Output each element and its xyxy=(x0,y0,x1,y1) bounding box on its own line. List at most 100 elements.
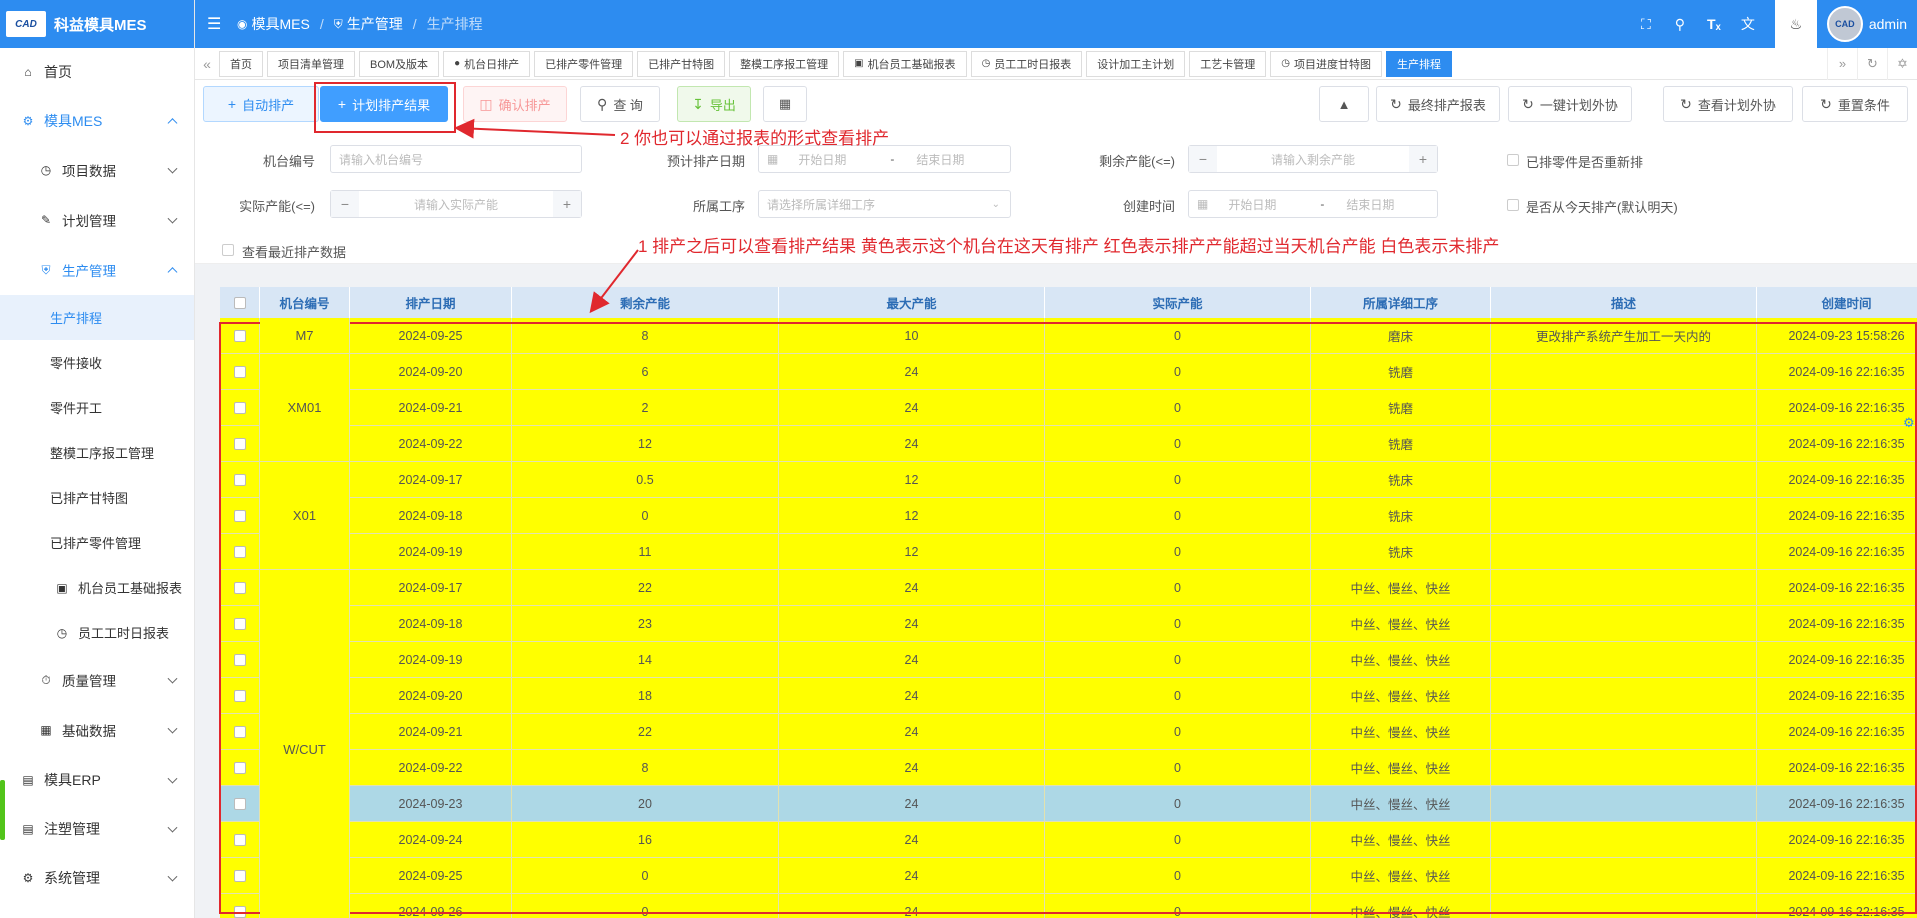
recent-checkbox[interactable] xyxy=(222,244,234,256)
sidebar-item-label: 注塑管理 xyxy=(44,820,100,837)
tab-scheduled-parts[interactable]: 已排产零件管理 xyxy=(534,50,634,77)
tab-machine-daily[interactable]: ● 机台日排产 xyxy=(443,50,531,77)
col-process[interactable]: 所属详细工序 xyxy=(1311,287,1491,318)
tab-project-list[interactable]: 项目清单管理 xyxy=(267,50,355,77)
machine-no-input[interactable]: 请输入机台编号 xyxy=(330,145,582,173)
process-placeholder: 请选择所属详细工序 xyxy=(767,197,876,212)
created-date-range[interactable]: ▦ 开始日期 - 结束日期 xyxy=(1188,190,1438,218)
one-click-outsource-button[interactable]: ↻ 一键计划外协 xyxy=(1508,86,1632,122)
menu-toggle-icon[interactable]: ☰ xyxy=(207,14,221,34)
confirm-schedule-button[interactable]: ◫ 确认排产 xyxy=(463,86,567,122)
sidebar-item-system[interactable]: ⚙ 系统管理 xyxy=(0,853,194,902)
sidebar-item-injection[interactable]: ▤ 注塑管理 xyxy=(0,804,194,853)
col-date[interactable]: 排产日期 xyxy=(350,287,512,318)
sidebar-item-home[interactable]: ⌂ 首页 xyxy=(0,48,194,96)
fullscreen-icon[interactable]: ⛶ xyxy=(1629,16,1663,33)
sidebar-item-erp[interactable]: ▤ 模具ERP xyxy=(0,755,194,804)
tab-home[interactable]: 首页 xyxy=(219,50,263,77)
sidebar-item-gantt[interactable]: 已排产甘特图 xyxy=(0,475,194,520)
tabs-menu-icon[interactable]: ✡ xyxy=(1887,48,1917,80)
tab-project-gantt[interactable]: ◷ 项目进度甘特图 xyxy=(1270,50,1383,77)
col-max[interactable]: 最大产能 xyxy=(779,287,1045,318)
breadcrumb-item[interactable]: 模具MES xyxy=(251,14,309,34)
col-actual[interactable]: 实际产能 xyxy=(1045,287,1311,318)
select-all-checkbox[interactable] xyxy=(233,296,246,309)
rescheduled-label: 已排零件是否重新排 xyxy=(1526,155,1644,170)
tab-process-card[interactable]: 工艺卡管理 xyxy=(1189,50,1267,77)
created-label: 创建时间 xyxy=(1122,199,1175,214)
tabs-scroll-left-icon[interactable]: « xyxy=(195,56,219,72)
tab-label: 员工工时日报表 xyxy=(994,58,1072,71)
view-outsource-button[interactable]: ↻ 查看计划外协 xyxy=(1663,86,1793,122)
actual-stepper[interactable]: − 请输入实际产能 + xyxy=(330,190,582,218)
sidebar-item-quality[interactable]: ⏱ 质量管理 xyxy=(0,655,194,705)
tab-gantt[interactable]: 已排产甘特图 xyxy=(637,50,726,77)
sidebar-item-mes[interactable]: ⚙ 模具MES xyxy=(0,96,194,145)
plan-date-range[interactable]: ▦ 开始日期 - 结束日期 xyxy=(758,145,1011,173)
button-label: 查 询 xyxy=(613,97,643,113)
font-size-icon[interactable]: Tₓ xyxy=(1697,16,1731,32)
annotation-box-table xyxy=(219,322,1917,914)
tab-worktime-report[interactable]: ◷ 员工工时日报表 xyxy=(970,50,1083,77)
sidebar-scroll-indicator[interactable] xyxy=(0,780,5,840)
col-desc[interactable]: 描述 xyxy=(1491,287,1757,318)
bell-icon[interactable]: ♨ xyxy=(1774,0,1817,48)
refresh-icon: ↻ xyxy=(1390,95,1402,112)
chevron-down-icon xyxy=(167,723,178,734)
col-machine[interactable]: 机台编号 xyxy=(260,287,350,318)
logo-mark: CAD xyxy=(6,11,46,37)
auto-schedule-button[interactable]: + 自动排产 xyxy=(203,86,319,122)
sidebar-item-worktime-report[interactable]: ◷ 员工工时日报表 xyxy=(0,610,194,655)
sidebar-item-part-start[interactable]: 零件开工 xyxy=(0,385,194,430)
sidebar-item-project-data[interactable]: ◷ 项目数据 xyxy=(0,145,194,195)
annotation-note-1: 1 排产之后可以查看排产结果 黄色表示这个机台在这天有排产 红色表示排产产能超过… xyxy=(638,237,1500,256)
stepper-plus-icon[interactable]: + xyxy=(1409,146,1437,172)
stepper-plus-icon[interactable]: + xyxy=(553,191,581,217)
column-settings-button[interactable]: ▦ xyxy=(763,86,807,122)
tab-machine-report[interactable]: ▣ 机台员工基础报表 xyxy=(843,50,967,77)
query-button[interactable]: ⚲ 查 询 xyxy=(580,86,660,122)
download-icon: ↧ xyxy=(692,95,704,112)
sidebar-item-basic-data[interactable]: ▦ 基础数据 xyxy=(0,705,194,755)
avatar[interactable]: CAD xyxy=(1826,6,1863,42)
remaining-stepper[interactable]: − 请输入剩余产能 + xyxy=(1188,145,1438,173)
sidebar-item-process-report[interactable]: 整模工序报工管理 xyxy=(0,430,194,475)
gear-icon: ⚙ xyxy=(22,870,34,885)
end-date-placeholder: 结束日期 xyxy=(916,152,965,167)
translate-icon[interactable]: 文 xyxy=(1731,14,1765,34)
header-select-all[interactable] xyxy=(220,287,260,318)
tabs-scroll-right-icon[interactable]: » xyxy=(1827,48,1857,80)
sidebar-item-plan[interactable]: ✎ 计划管理 xyxy=(0,195,194,245)
rescheduled-checkbox[interactable] xyxy=(1507,154,1519,166)
tab-scheduling[interactable]: 生产排程 xyxy=(1386,50,1453,77)
user-name[interactable]: admin xyxy=(1869,16,1907,32)
breadcrumb-item[interactable]: 生产管理 xyxy=(347,14,403,34)
search-icon[interactable]: ⚲ xyxy=(1663,16,1697,33)
shield-icon: ⛨ xyxy=(41,262,51,277)
col-remaining[interactable]: 剩余产能 xyxy=(512,287,779,318)
from-today-checkbox[interactable] xyxy=(1507,199,1519,211)
sidebar-item-scheduling[interactable]: 生产排程 xyxy=(0,295,194,340)
search-icon: ⚲ xyxy=(597,95,608,112)
refresh-icon[interactable]: ↻ xyxy=(1857,48,1887,80)
final-report-button[interactable]: ↻ 最终排产报表 xyxy=(1376,86,1500,122)
export-button[interactable]: ↧ 导出 xyxy=(677,86,751,122)
app-logo[interactable]: CAD 科益模具MES xyxy=(0,0,194,48)
stepper-minus-icon[interactable]: − xyxy=(331,191,359,217)
breadcrumb-current: 生产排程 xyxy=(426,16,483,32)
tab-label: 已排产零件管理 xyxy=(545,58,623,71)
collapse-button[interactable]: ▲ xyxy=(1319,86,1369,122)
tab-bom[interactable]: BOM及版本 xyxy=(359,50,440,77)
sidebar-item-production[interactable]: ⛨ 生产管理 xyxy=(0,245,194,295)
stepper-minus-icon[interactable]: − xyxy=(1189,146,1217,172)
settings-icon: ⚙ xyxy=(22,113,34,128)
tab-master-plan[interactable]: 设计加工主计划 xyxy=(1086,50,1186,77)
sidebar-item-label: 员工工时日报表 xyxy=(78,626,170,641)
reset-button[interactable]: ↻ 重置条件 xyxy=(1802,86,1908,122)
sidebar-item-machine-report[interactable]: ▣ 机台员工基础报表 xyxy=(0,565,194,610)
sidebar-item-scheduled-parts[interactable]: 已排产零件管理 xyxy=(0,520,194,565)
tab-process-report[interactable]: 整模工序报工管理 xyxy=(729,50,840,77)
sidebar-item-part-receive[interactable]: 零件接收 xyxy=(0,340,194,385)
col-created[interactable]: 创建时间 xyxy=(1757,287,1917,318)
process-select[interactable]: 请选择所属详细工序 ⌄ xyxy=(758,190,1011,218)
